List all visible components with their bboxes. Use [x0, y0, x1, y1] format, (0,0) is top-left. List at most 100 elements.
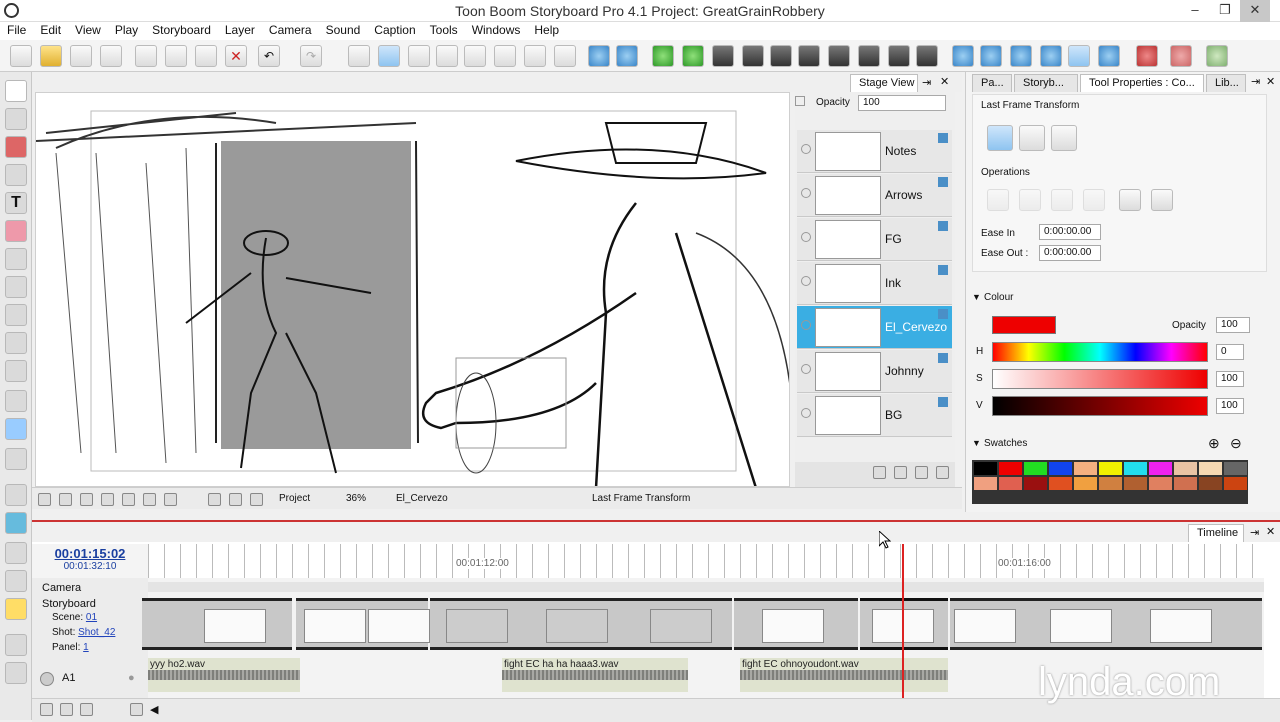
fill-color-icon[interactable] [1170, 45, 1192, 67]
dropper-tool-icon[interactable] [5, 332, 27, 354]
copy-icon[interactable] [165, 45, 187, 67]
colour-opacity-field[interactable]: 100 [1216, 317, 1250, 333]
mask-icon[interactable] [122, 493, 135, 506]
brush-tool-icon[interactable] [5, 136, 27, 158]
panel-clip[interactable] [734, 598, 858, 650]
tab-panel[interactable]: Pa... [972, 74, 1012, 92]
colour-swatch[interactable] [1124, 477, 1147, 490]
duplicate-panel-icon[interactable] [742, 45, 764, 67]
current-time[interactable]: 00:01:15:02 [32, 546, 148, 561]
visibility-icon[interactable] [801, 320, 811, 330]
colour-swatch[interactable] [1124, 462, 1147, 475]
layer-row-notes[interactable]: Notes [797, 130, 952, 173]
layer-row-johnny[interactable]: Johnny [797, 350, 952, 393]
stage-canvas[interactable] [35, 92, 790, 487]
colour-swatch[interactable] [1174, 477, 1197, 490]
colour-swatch[interactable] [1074, 462, 1097, 475]
hue-field[interactable]: 0 [1216, 344, 1244, 360]
visibility-icon[interactable] [801, 276, 811, 286]
colour-swatch[interactable] [974, 477, 997, 490]
redo-icon[interactable]: ↷ [300, 45, 322, 67]
zoom-tool-icon[interactable] [5, 448, 27, 470]
menu-view[interactable]: View [68, 22, 108, 38]
mute-tool-icon[interactable] [5, 542, 27, 564]
first-frame-icon[interactable] [952, 45, 974, 67]
panel-close-icon[interactable]: ✕ [1266, 525, 1275, 538]
add-vector-layer-icon[interactable] [873, 466, 886, 479]
panel-menu-icon[interactable]: ⇥ [1250, 526, 1259, 539]
play-icon[interactable] [1010, 45, 1032, 67]
layer-panel-menu-icon[interactable] [795, 96, 805, 106]
layer-row-fg[interactable]: FG [797, 218, 952, 261]
table-view-icon[interactable] [524, 45, 546, 67]
ellipse-tool-icon[interactable] [5, 304, 27, 326]
layer-opacity-field[interactable]: 100 [858, 95, 946, 111]
new-panel-icon[interactable] [712, 45, 734, 67]
add-track-icon[interactable] [5, 634, 27, 656]
timeline-view-icon[interactable] [494, 45, 516, 67]
colour-expand-icon[interactable]: ▼ [972, 292, 981, 302]
swatches-expand-icon[interactable]: ▼ [972, 438, 981, 448]
add-bitmap-layer-icon[interactable] [894, 466, 907, 479]
panel-clip[interactable] [296, 598, 430, 650]
swatch-grid[interactable] [972, 460, 1248, 504]
colour-swatch[interactable] [1024, 462, 1047, 475]
panel-menu-icon[interactable]: ⇥ [1251, 75, 1260, 88]
menu-layer[interactable]: Layer [218, 22, 262, 38]
rotate-icon[interactable] [208, 493, 221, 506]
current-colour-swatch[interactable] [992, 316, 1056, 334]
view-mode-label[interactable]: Project [279, 493, 310, 504]
panel-menu-icon[interactable]: ⇥ [922, 76, 931, 89]
colour-swatch[interactable] [1099, 477, 1122, 490]
colour-swatch[interactable] [1199, 462, 1222, 475]
panel-clip[interactable] [430, 598, 732, 650]
save-icon[interactable] [70, 45, 92, 67]
hue-slider[interactable] [992, 342, 1208, 362]
zoom-level-label[interactable]: 36% [346, 493, 366, 504]
layer-row-arrows[interactable]: Arrows [797, 174, 952, 217]
sequence-icon[interactable] [916, 45, 938, 67]
visibility-icon[interactable] [801, 364, 811, 374]
menu-file[interactable]: File [0, 22, 33, 38]
settings-tool-icon[interactable] [5, 484, 27, 506]
audio-clip[interactable]: yyy ho2.wav [148, 658, 300, 692]
playhead[interactable] [902, 544, 904, 698]
grid-toggle-icon[interactable] [59, 493, 72, 506]
center-icon[interactable] [1119, 189, 1141, 211]
menu-caption[interactable]: Caption [367, 22, 422, 38]
light-table-icon[interactable] [348, 45, 370, 67]
camera-track-label[interactable]: Camera [42, 582, 81, 594]
colour-swatch[interactable] [999, 477, 1022, 490]
ease-out-field[interactable]: 0:00:00.00 [1039, 245, 1101, 261]
loop-icon[interactable] [1040, 45, 1062, 67]
delete-layer-icon[interactable] [936, 466, 949, 479]
align-icon[interactable] [1151, 189, 1173, 211]
add-audio-track-icon[interactable] [40, 703, 53, 716]
scroll-left-icon[interactable]: ◀ [150, 703, 158, 716]
cut-icon[interactable] [135, 45, 157, 67]
remove-swatch-icon[interactable]: ⊖ [1230, 435, 1242, 452]
colour-swatch[interactable] [1224, 477, 1247, 490]
pencil-tool-icon[interactable] [5, 164, 27, 186]
layer-row-el-cervezo[interactable]: El_Cervezo [797, 306, 952, 349]
tab-library[interactable]: Lib... [1206, 74, 1246, 92]
scale-mode-icon[interactable] [1051, 125, 1077, 151]
grid-icon[interactable] [408, 45, 430, 67]
value-slider[interactable] [992, 396, 1208, 416]
onion-skin-icon[interactable] [378, 45, 400, 67]
maximize-icon[interactable]: ❐ [1210, 0, 1240, 22]
hand-tool-icon[interactable] [5, 360, 27, 382]
sound-icon[interactable] [1068, 45, 1090, 67]
reset-rotation-icon[interactable] [1051, 189, 1073, 211]
menu-edit[interactable]: Edit [33, 22, 68, 38]
rectangle-tool-icon[interactable] [5, 276, 27, 298]
text-tool-icon[interactable]: T [5, 192, 27, 214]
join-panel-icon[interactable] [828, 45, 850, 67]
add-video-track-icon[interactable] [60, 703, 73, 716]
expand-icon[interactable] [5, 662, 27, 684]
reset-x-icon[interactable] [987, 189, 1009, 211]
panel-link[interactable]: 1 [83, 642, 89, 653]
storyboard-track-label[interactable]: Storyboard [42, 598, 96, 610]
delete-panel-icon[interactable] [770, 45, 792, 67]
minimize-icon[interactable]: – [1180, 0, 1210, 22]
